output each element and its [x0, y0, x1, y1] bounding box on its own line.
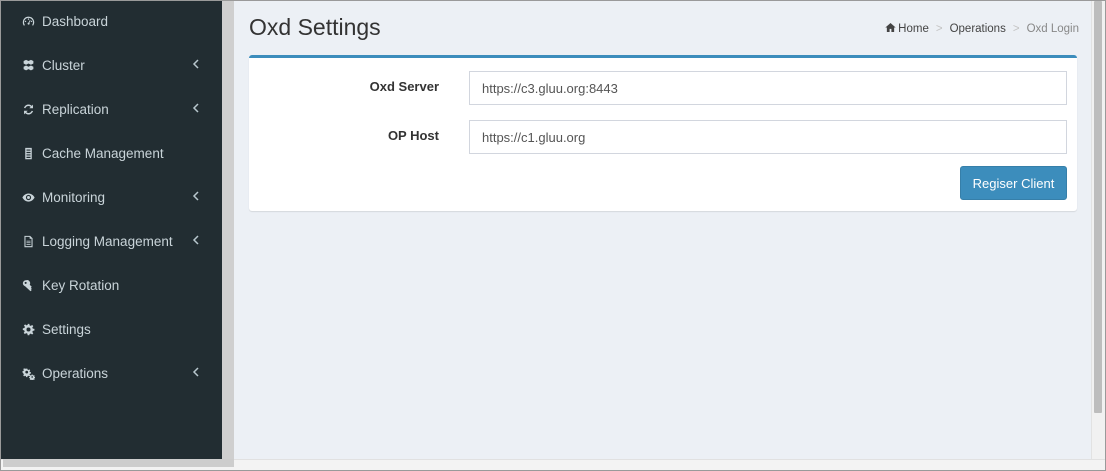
breadcrumb-home-link[interactable]: Home [898, 23, 929, 35]
sidebar-item-label: Monitoring [42, 189, 106, 205]
sidebar-item-label: Operations [42, 365, 109, 381]
chevron-left-icon [192, 102, 202, 116]
chevron-left-icon [192, 234, 202, 248]
gear-icon [20, 321, 36, 337]
refresh-icon [20, 101, 36, 117]
breadcrumb-current: Oxd Login [1026, 22, 1079, 35]
key-icon [20, 277, 36, 293]
oxd-server-input[interactable] [469, 71, 1067, 105]
breadcrumb: Home > Operations > Oxd Login [885, 22, 1079, 35]
sidebar-item-label: Cache Management [42, 145, 164, 161]
sidebar-item-label: Settings [42, 321, 91, 337]
page-title: Oxd Settings [249, 14, 381, 40]
sidebar-item-label: Key Rotation [42, 277, 120, 293]
sidebar-item-label: Dashboard [42, 13, 109, 29]
sidebar-item-cache-management[interactable]: Cache Management [1, 131, 222, 175]
cubes-icon [20, 57, 36, 73]
sidebar-item-logging-management[interactable]: Logging Management [1, 219, 222, 263]
breadcrumb-separator: > [1012, 22, 1020, 35]
oxd-server-label: Oxd Server [369, 79, 439, 94]
chevron-left-icon [192, 366, 202, 380]
sidebar-item-monitoring[interactable]: Monitoring [1, 175, 222, 219]
dashboard-icon [20, 13, 36, 29]
database-icon [20, 145, 36, 161]
op-host-input[interactable] [469, 120, 1067, 154]
oxd-settings-form: Oxd Server OP Host Regiser Client [249, 55, 1077, 211]
horizontal-scroll-thumb[interactable] [3, 459, 234, 467]
sidebar-item-label: Cluster [42, 57, 85, 73]
sidebar-item-operations[interactable]: Operations [1, 351, 222, 395]
sidebar-item-label: Logging Management [42, 233, 173, 249]
sidebar: Dashboard Cluster Replication Cache Mana… [1, 1, 222, 459]
chevron-left-icon [192, 190, 202, 204]
breadcrumb-operations-link[interactable]: Operations [950, 23, 1006, 35]
sidebar-item-dashboard[interactable]: Dashboard [1, 1, 222, 43]
gears-icon [20, 365, 36, 381]
sidebar-item-cluster[interactable]: Cluster [1, 43, 222, 87]
op-host-label: OP Host [387, 128, 439, 143]
register-client-button[interactable]: Regiser Client [960, 166, 1067, 200]
vertical-scroll-thumb[interactable] [1094, 1, 1102, 413]
sidebar-item-replication[interactable]: Replication [1, 87, 222, 131]
file-text-icon [20, 233, 36, 249]
browser-window: Dashboard Cluster Replication Cache Mana… [0, 0, 1106, 471]
chevron-left-icon [192, 58, 202, 72]
sidebar-item-key-rotation[interactable]: Key Rotation [1, 263, 222, 307]
sidebar-item-settings[interactable]: Settings [1, 307, 222, 351]
sidebar-item-label: Replication [42, 101, 109, 117]
eye-icon [20, 189, 36, 205]
home-icon [885, 22, 898, 35]
content-header: Oxd Settings Home > Operations > Oxd Log… [249, 11, 1079, 47]
sidebar-scroll-gutter [222, 1, 234, 459]
breadcrumb-separator: > [935, 22, 943, 35]
